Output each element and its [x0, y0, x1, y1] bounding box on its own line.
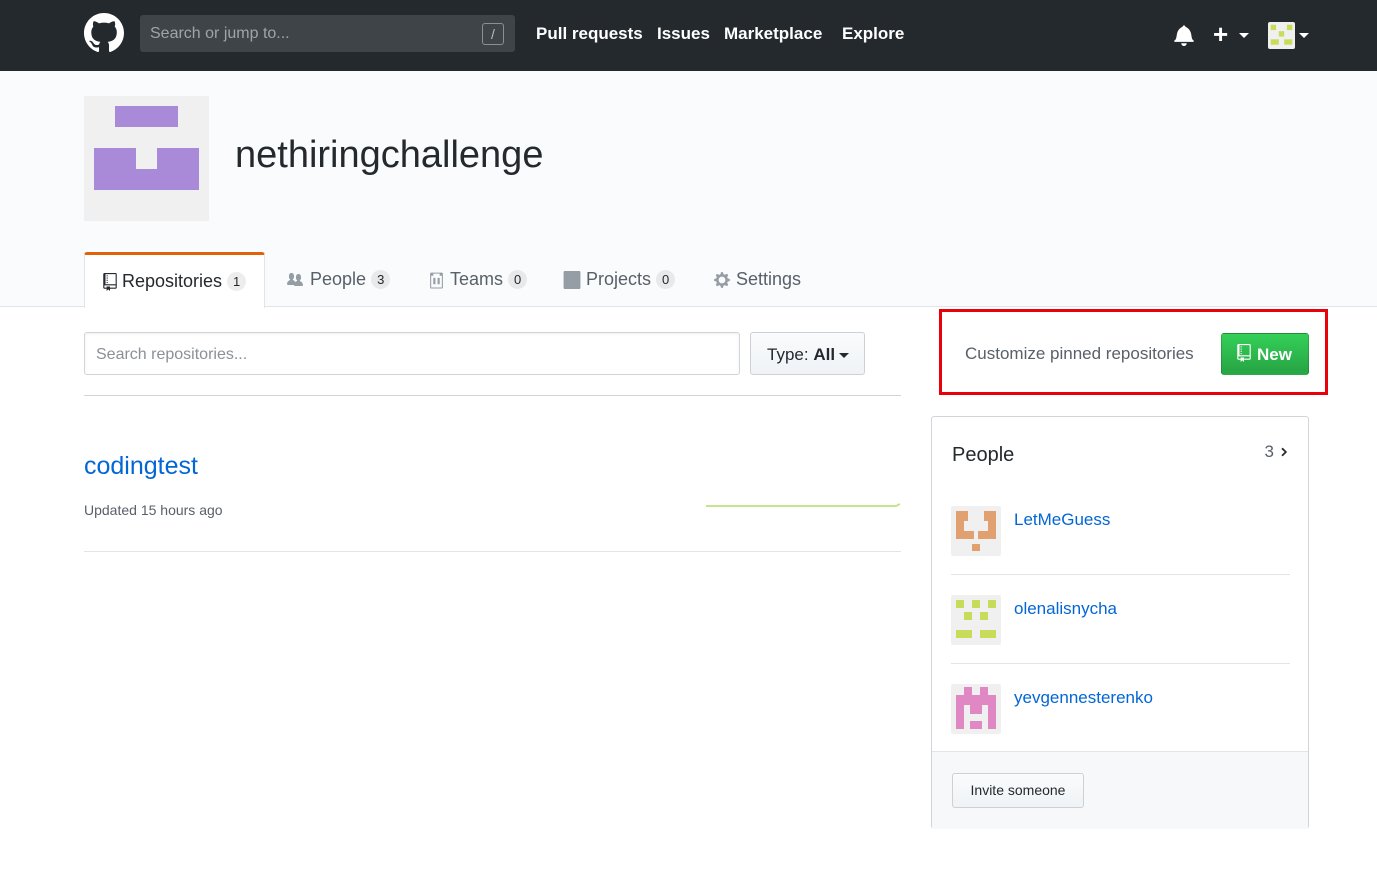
member-item[interactable]: LetMeGuess	[951, 506, 1290, 595]
member-name[interactable]: yevgennesterenko	[1014, 688, 1153, 708]
people-title: People	[952, 444, 1015, 466]
avatar[interactable]	[951, 595, 1001, 645]
identicon-icon	[956, 511, 996, 551]
user-avatar[interactable]	[1268, 22, 1295, 49]
nav-issues[interactable]: Issues	[657, 24, 710, 44]
repo-icon	[1237, 344, 1251, 362]
repo-search-placeholder: Search repositories...	[96, 346, 248, 363]
tab-projects-label: Projects	[586, 269, 652, 289]
identicon-icon	[956, 600, 996, 638]
people-footer: Invite someone	[932, 751, 1308, 829]
type-caret-icon	[839, 353, 849, 358]
bell-icon[interactable]	[1173, 24, 1195, 46]
type-filter-button[interactable]: Type: All	[750, 332, 865, 375]
nav-pull-requests[interactable]: Pull requests	[536, 24, 643, 44]
avatar[interactable]	[951, 506, 1001, 556]
repo-search-input[interactable]: Search repositories...	[84, 332, 740, 375]
create-caret-icon[interactable]	[1239, 33, 1249, 38]
nav-explore[interactable]: Explore	[842, 24, 904, 44]
global-search-placeholder: Search or jump to...	[150, 25, 290, 42]
create-new-menu[interactable]: +	[1213, 19, 1228, 49]
divider	[84, 395, 901, 396]
tab-settings-label: Settings	[736, 269, 802, 289]
org-identicon-icon	[94, 106, 199, 190]
global-search-input[interactable]: Search or jump to... /	[140, 15, 515, 52]
chevron-right-icon[interactable]	[1279, 445, 1289, 459]
tab-settings[interactable]: Settings	[713, 252, 801, 307]
projects-icon	[563, 270, 581, 289]
type-filter-value: All	[813, 345, 836, 364]
customize-pinned-link[interactable]: Customize pinned repositories	[965, 344, 1194, 364]
member-item[interactable]: olenalisnycha	[951, 595, 1290, 684]
people-sidebar: People 3 LetMeGuess olenalisnycha yevgen…	[931, 416, 1309, 829]
repo-icon	[103, 272, 117, 291]
new-repo-button[interactable]: New	[1221, 333, 1309, 375]
repo-divider	[84, 551, 901, 552]
gear-icon	[714, 271, 730, 288]
avatar[interactable]	[951, 684, 1001, 734]
tab-repositories-label: Repositories	[122, 271, 223, 291]
tab-people[interactable]: People 3	[285, 252, 391, 307]
org-avatar	[84, 96, 209, 221]
repo-updated: Updated 15 hours ago	[84, 502, 223, 518]
identicon-icon	[1270, 24, 1293, 45]
type-filter-label: Type:	[767, 345, 809, 364]
member-divider	[951, 663, 1290, 664]
tab-people-label: People	[310, 269, 367, 289]
identicon-icon	[956, 687, 996, 729]
tab-teams[interactable]: Teams 0	[428, 252, 528, 307]
new-button-label: New	[1257, 345, 1292, 364]
global-header: Search or jump to... / Pull requests Iss…	[0, 0, 1377, 71]
teams-icon	[430, 272, 443, 288]
search-shortcut-hint: /	[482, 23, 504, 45]
invite-someone-button[interactable]: Invite someone	[952, 773, 1084, 808]
nav-marketplace[interactable]: Marketplace	[724, 24, 822, 44]
tab-teams-count: 0	[508, 270, 528, 289]
tab-teams-label: Teams	[450, 269, 504, 289]
people-count[interactable]: 3	[1265, 442, 1274, 462]
tab-people-count: 3	[371, 270, 391, 289]
org-name: nethiringchallenge	[235, 134, 544, 176]
repo-link[interactable]: codingtest	[84, 452, 198, 481]
tab-projects-count: 0	[656, 270, 676, 289]
user-caret-icon[interactable]	[1299, 33, 1309, 38]
people-icon	[287, 272, 303, 286]
github-logo-icon[interactable]	[84, 13, 124, 53]
member-divider	[951, 574, 1290, 575]
member-name[interactable]: olenalisnycha	[1014, 599, 1117, 619]
tab-projects[interactable]: Projects 0	[563, 252, 676, 307]
activity-sparkline-icon	[706, 503, 900, 507]
tab-repositories-count: 1	[227, 272, 247, 291]
member-name[interactable]: LetMeGuess	[1014, 510, 1110, 530]
tab-repositories[interactable]: Repositories 1	[84, 252, 265, 308]
